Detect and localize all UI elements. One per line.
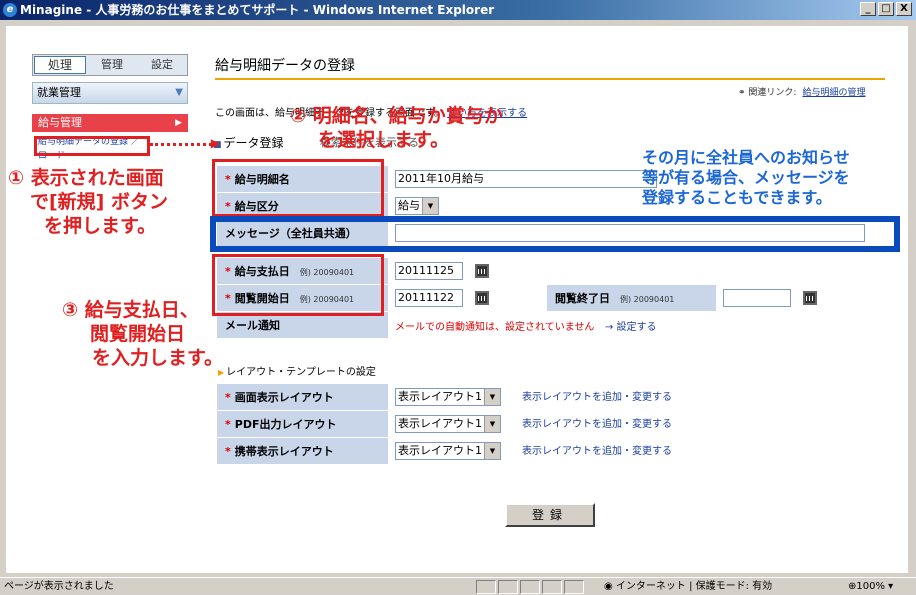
row-mobile-layout: *携帯表示レイアウト 表示レイアウト1 表示レイアウトを追加・変更する	[216, 437, 892, 465]
annotation-message: その月に全社員へのお知らせ 等が有る場合、メッセージを 登録することもできます。	[642, 148, 850, 207]
security-zone: ◉ インターネット | 保護モード: 有効	[604, 581, 773, 592]
highlight-dates	[212, 254, 384, 316]
calendar-icon[interactable]	[474, 264, 489, 278]
annotation-step1: ① 表示された画面 で[新規] ボタン を押します。	[8, 167, 168, 237]
minimize-button[interactable]: _	[860, 2, 876, 16]
mobile-layout-select[interactable]: 表示レイアウト1	[395, 442, 501, 460]
label-pdf-layout: * PDF出力レイアウト	[216, 410, 389, 438]
status-cell	[476, 580, 496, 594]
window-controls: _ □ X	[860, 2, 912, 16]
status-cell	[564, 580, 584, 594]
pdf-layout-select[interactable]: 表示レイアウト1	[395, 415, 501, 433]
close-button[interactable]: X	[896, 2, 912, 16]
register-button[interactable]: 登録	[505, 503, 595, 527]
highlight-name-type	[212, 159, 384, 217]
mail-notice-setting-link[interactable]: → 設定する	[605, 322, 657, 333]
screen-layout-edit-link[interactable]: 表示レイアウトを追加・変更する	[522, 392, 672, 403]
row-screen-layout: *画面表示レイアウト 表示レイアウト1 表示レイアウトを追加・変更する	[216, 383, 892, 411]
mobile-layout-edit-link[interactable]: 表示レイアウトを追加・変更する	[522, 446, 672, 457]
sidebar-section-attendance[interactable]: 就業管理 ▼	[32, 82, 188, 104]
calendar-icon[interactable]	[802, 291, 817, 305]
status-cell	[520, 580, 540, 594]
tab-management[interactable]: 管理	[87, 55, 137, 75]
zoom-level[interactable]: ⊕100% ▾	[848, 578, 893, 595]
related-label: 関連リンク:	[748, 88, 797, 98]
related-link-payslip-manage[interactable]: 給与明細の管理	[802, 88, 865, 98]
status-cells	[476, 580, 584, 594]
pdf-layout-edit-link[interactable]: 表示レイアウトを追加・変更する	[522, 419, 672, 430]
status-bar: ページが表示されました ◉ インターネット | 保護モード: 有効 ⊕100% …	[0, 577, 916, 595]
annotation-step2: ② 明細名、給与か賞与か を選択します。	[290, 105, 503, 151]
view-end-input[interactable]	[723, 289, 791, 307]
status-cell	[498, 580, 518, 594]
highlight-sidebar-link	[34, 136, 150, 156]
section-title: データ登録	[213, 134, 284, 151]
annotation-step3: ③ 給与支払日、 閲覧開始日 を入力します。	[62, 299, 224, 369]
row-pdf-layout: *PDF出力レイアウト 表示レイアウト1 表示レイアウトを追加・変更する	[216, 410, 892, 438]
tab-processing[interactable]: 処理	[34, 56, 86, 74]
status-cell	[542, 580, 562, 594]
template-section-title: レイアウト・テンプレートの設定	[218, 363, 376, 378]
mail-notice-status: メールでの自動通知は、設定されていません	[395, 321, 595, 333]
status-text: ページが表示されました	[4, 581, 114, 592]
window-title: Minagine - 人事労務のお仕事をまとめてサポート - Windows I…	[20, 3, 495, 17]
sidebar-section-label: 就業管理	[37, 86, 81, 99]
chevron-down-icon: ▼	[175, 87, 183, 98]
label-screen-layout: * 画面表示レイアウト	[216, 383, 389, 411]
sidebar-tabs: 処理 管理 設定	[32, 54, 188, 76]
label-mobile-layout: * 携帯表示レイアウト	[216, 437, 389, 465]
form-template: *画面表示レイアウト 表示レイアウト1 表示レイアウトを追加・変更する *PDF…	[216, 383, 892, 465]
maximize-button[interactable]: □	[878, 2, 894, 16]
window-titlebar: e Minagine - 人事労務のお仕事をまとめてサポート - Windows…	[0, 0, 916, 20]
pay-type-select[interactable]: 給与	[395, 197, 439, 215]
screen-layout-select[interactable]: 表示レイアウト1	[395, 388, 501, 406]
tab-settings[interactable]: 設定	[137, 55, 187, 75]
chevron-right-icon: ▶	[175, 118, 182, 128]
page-title: 給与明細データの登録	[215, 56, 885, 80]
pay-date-input[interactable]: 20111125	[395, 262, 463, 280]
related-links: ⚭ 関連リンク: 給与明細の管理	[738, 85, 865, 98]
sidebar-item-label: 給与管理	[38, 116, 82, 129]
sidebar-item-payroll[interactable]: 給与管理 ▶	[32, 114, 188, 132]
view-start-input[interactable]: 20111122	[395, 289, 463, 307]
calendar-icon[interactable]	[474, 291, 489, 305]
annotation-arrow	[150, 136, 220, 150]
globe-icon: ◉	[604, 581, 616, 592]
link-icon: ⚭	[738, 88, 749, 98]
ie-icon: e	[3, 3, 17, 17]
label-view-end: 閲覧終了日 例) 20090401	[546, 284, 717, 312]
payslip-name-input[interactable]: 2011年10月給与	[395, 170, 657, 188]
highlight-message	[210, 216, 900, 252]
